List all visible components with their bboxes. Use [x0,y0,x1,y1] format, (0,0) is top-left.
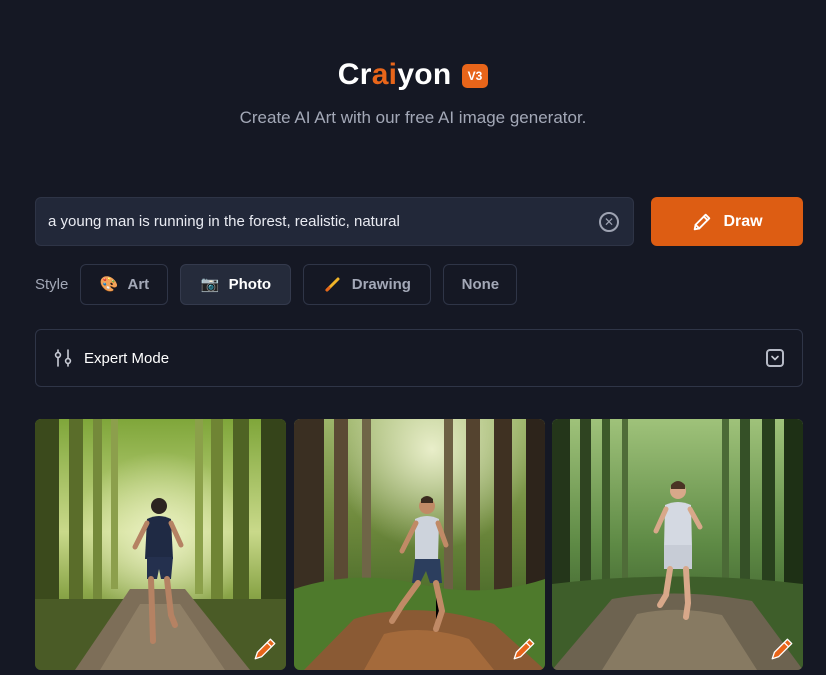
draw-button[interactable]: Draw [651,197,803,246]
expert-mode-toggle[interactable]: Expert Mode [35,329,803,387]
logo-row: Craiyon V3 [0,56,826,94]
pencil-icon[interactable] [511,636,537,662]
page-subtitle: Create AI Art with our free AI image gen… [239,108,587,127]
style-drawing-button[interactable]: Drawing [303,263,432,305]
pencil-icon[interactable] [252,636,278,662]
prompt-input[interactable] [36,213,599,230]
header: Craiyon V3 Create AI Art with our free A… [0,56,826,128]
style-label: Style [35,275,69,293]
close-circle-icon[interactable]: ✕ [599,211,619,232]
style-drawing-label: Drawing [351,275,411,293]
style-none-button[interactable]: None [443,263,518,305]
style-art-label: Art [127,275,150,293]
chevron-down-icon[interactable] [766,349,784,367]
generated-image-2[interactable] [294,419,545,670]
prompt-box: ✕ [35,197,634,246]
style-art-button[interactable]: 🎨 Art [80,263,169,305]
style-photo-label: Photo [228,275,272,293]
style-none-label: None [461,275,500,293]
palette-icon: 🎨 [99,276,119,293]
pencil-icon [694,213,711,230]
sliders-icon [54,349,72,367]
craiyon-logo[interactable]: Craiyon [338,58,452,92]
draw-button-label: Draw [723,212,763,230]
version-badge: V3 [461,64,489,88]
camera-icon: 📷 [200,276,220,293]
style-row: Style 🎨 Art 📷 Photo Drawing None [35,263,529,305]
pencil-icon [325,277,340,292]
expert-mode-label: Expert Mode [84,349,170,367]
logo-suffix: yon [397,58,452,91]
logo-prefix: Cr [337,58,372,91]
generated-image-1[interactable] [35,419,286,670]
logo-accent: ai [371,58,398,91]
generated-image-3[interactable] [552,419,803,670]
image-gallery [35,419,803,675]
style-photo-button[interactable]: 📷 Photo [180,263,292,305]
pencil-icon[interactable] [769,636,795,662]
